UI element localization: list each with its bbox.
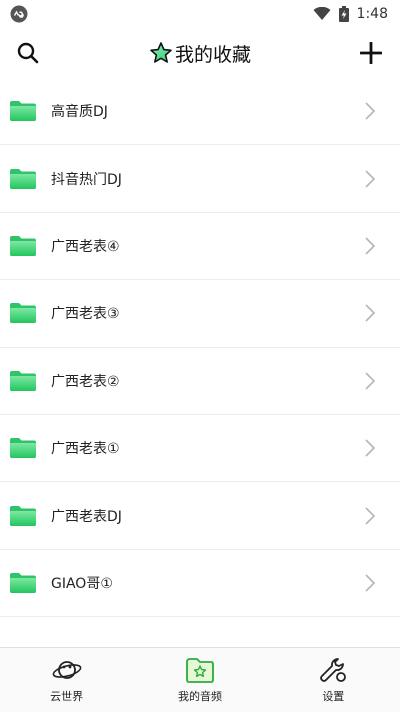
tab-label: 我的音频 — [177, 690, 222, 703]
wifi-icon — [313, 7, 331, 20]
list-item-label: 广西老表① — [51, 441, 120, 458]
folder-icon — [10, 101, 36, 122]
list-item[interactable]: 广西老表③ — [0, 280, 400, 348]
list-item-label: 广西老表DJ — [51, 508, 122, 525]
wrench-icon — [320, 658, 347, 682]
list-item-label: 抖音热门DJ — [51, 171, 122, 188]
chevron-right-icon — [365, 506, 376, 525]
list-item-label: 高音质DJ — [51, 104, 108, 121]
star-icon — [150, 42, 172, 63]
list-item-label: GIAO哥① — [51, 575, 113, 592]
status-bar: 1:48 — [0, 0, 400, 28]
page-title: 我的收藏 — [174, 43, 251, 66]
list-item[interactable]: GIAO哥① — [0, 550, 400, 618]
clock: 1:48 — [356, 6, 388, 22]
tab-cloud-world[interactable]: 云世界 — [0, 648, 133, 712]
folder-icon — [10, 168, 36, 189]
folder-icon — [10, 303, 36, 324]
chevron-right-icon — [365, 237, 376, 255]
list-item[interactable]: 广西老表DJ — [0, 482, 400, 550]
chevron-right-icon — [365, 170, 376, 188]
list-item-label: 广西老表② — [51, 373, 120, 390]
list-item[interactable]: 广西老表② — [0, 348, 400, 415]
folder-icon — [10, 572, 36, 593]
list-item-label: 广西老表③ — [51, 306, 120, 323]
list-item[interactable]: 高音质DJ — [0, 78, 400, 146]
folder-icon — [10, 505, 36, 526]
chevron-right-icon — [365, 439, 376, 457]
add-icon[interactable] — [359, 42, 382, 64]
battery-charging-icon — [338, 6, 349, 22]
tab-settings[interactable]: 设置 — [267, 648, 400, 712]
list-item-label: 广西老表④ — [51, 238, 120, 255]
planet-icon — [52, 661, 82, 679]
search-icon[interactable] — [16, 41, 40, 65]
bottom-tab-bar: 云世界 我的音频 设置 — [0, 647, 400, 712]
folder-icon — [10, 235, 36, 256]
favorites-list: 高音质DJ 抖音热门DJ 广西老表④ 广西老表③ 广西老表② 广西老表① 广西老表DJ GIA… — [0, 78, 400, 618]
chevron-right-icon — [365, 574, 376, 592]
tab-label: 设置 — [322, 690, 345, 703]
app-notification-icon — [10, 5, 28, 23]
chevron-right-icon — [365, 372, 376, 390]
tab-label: 云世界 — [50, 690, 84, 703]
title-group: 我的收藏 — [149, 40, 251, 67]
app-header: 我的收藏 — [0, 28, 400, 78]
list-item[interactable]: 抖音热门DJ — [0, 145, 400, 213]
star-folder-icon — [186, 658, 214, 683]
tab-my-audio[interactable]: 我的音频 — [133, 648, 266, 712]
list-item[interactable]: 广西老表① — [0, 415, 400, 483]
chevron-right-icon — [365, 102, 376, 120]
folder-icon — [10, 370, 36, 391]
folder-icon — [10, 438, 36, 459]
list-item[interactable]: 广西老表④ — [0, 213, 400, 281]
chevron-right-icon — [365, 304, 376, 322]
